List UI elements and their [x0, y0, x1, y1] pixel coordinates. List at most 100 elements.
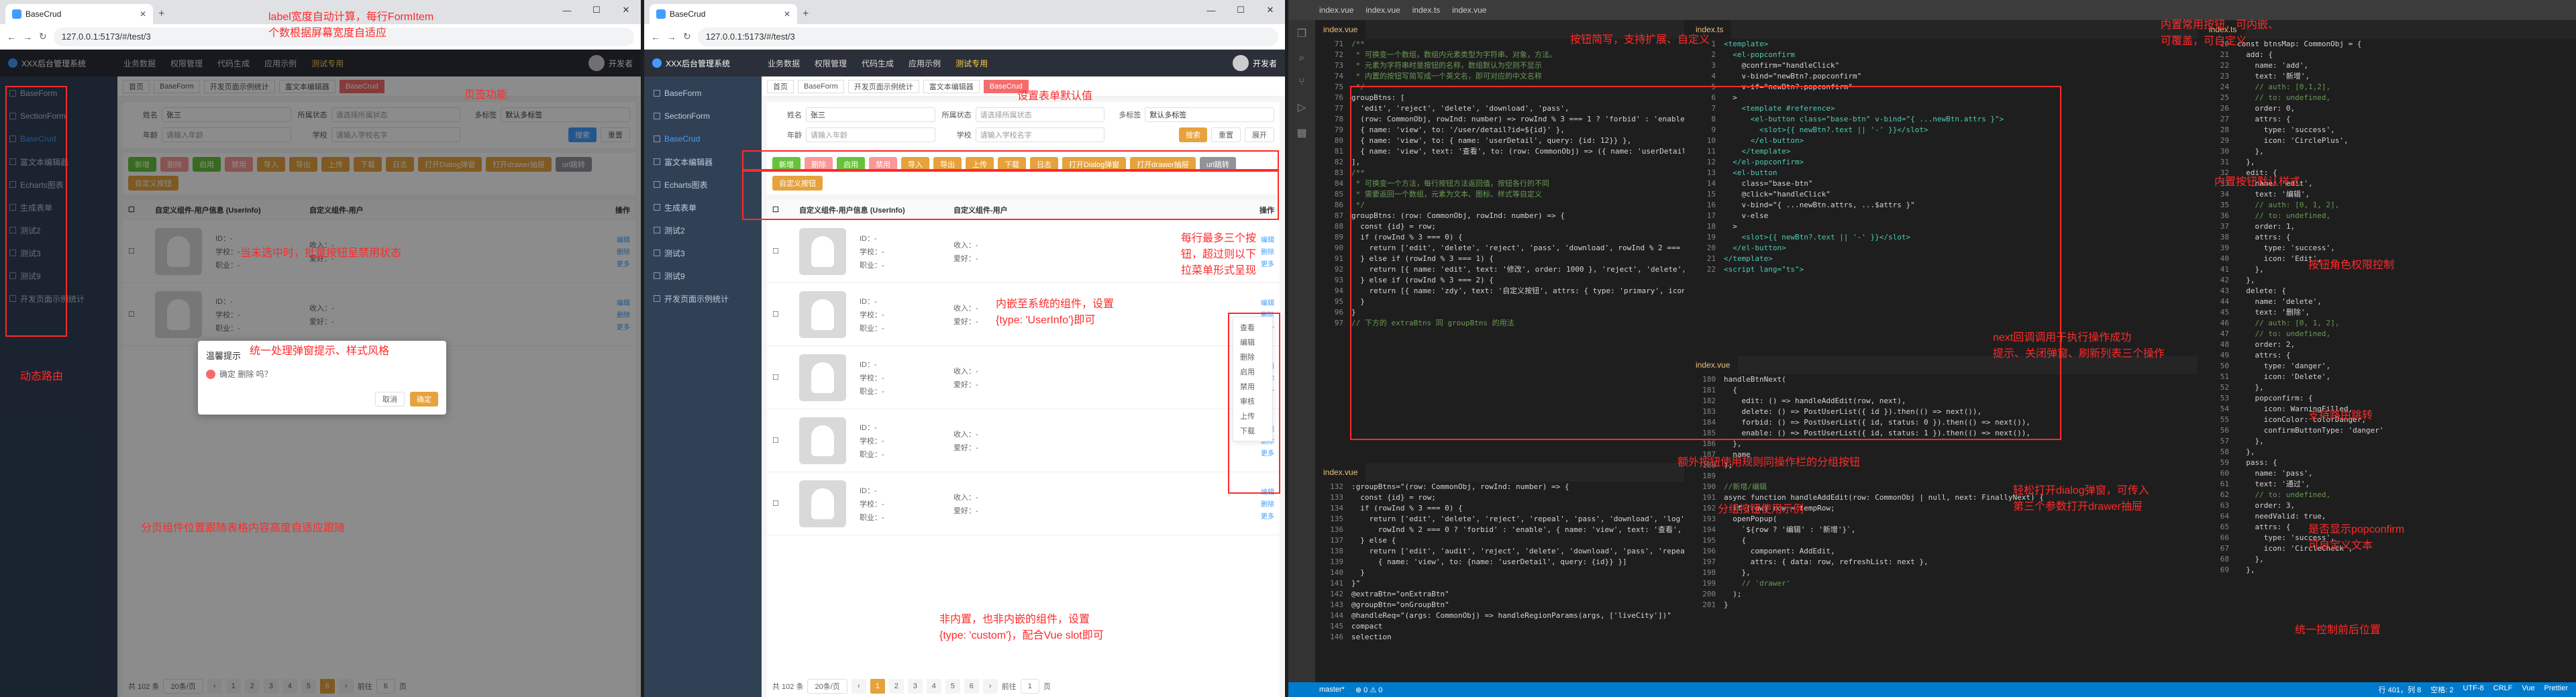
code-line[interactable]: 60 name: 'pass', [2206, 468, 2576, 479]
code-line[interactable]: 138 return ['edit', 'audit', 'reject', '… [1321, 546, 1684, 557]
close-window-icon[interactable]: ✕ [611, 0, 641, 20]
code-line[interactable]: 145 compact [1321, 621, 1684, 632]
code-line[interactable]: 198 }, [1693, 568, 2198, 578]
dialog-ok-button[interactable]: 确定 [410, 392, 438, 407]
upload-button[interactable]: 上传 [321, 157, 350, 172]
age-input[interactable]: 请输入年龄 [162, 127, 291, 142]
back-icon[interactable]: ← [651, 32, 660, 42]
code-line[interactable]: 142 @extraBtn="onExtraBtn" [1321, 589, 1684, 600]
row-more-link[interactable]: 更多 [1261, 258, 1274, 268]
log-button[interactable]: 日志 [386, 157, 414, 172]
top-menu-item[interactable]: 业务数据 [123, 58, 156, 69]
page-tag-active[interactable]: BaseCrud [339, 79, 384, 93]
code-line[interactable]: 189 [1693, 471, 2198, 482]
dialog-cancel-button[interactable]: 取消 [375, 392, 405, 407]
top-menu-item[interactable]: 权限管理 [170, 58, 203, 69]
browser-tab[interactable]: BaseCrud ✕ [650, 4, 797, 24]
row-edit-link[interactable]: 编辑 [1261, 234, 1274, 244]
code-line[interactable]: 201} [1693, 600, 2198, 610]
page-number[interactable]: 5 [945, 679, 960, 694]
code-line[interactable]: 57 }, [2206, 436, 2576, 447]
row-delete-link[interactable]: 删除 [1261, 498, 1274, 508]
code-line[interactable]: 23 text: '新增', [2206, 71, 2576, 82]
code-line[interactable]: 141}" [1321, 578, 1684, 589]
code-line[interactable]: 63 order: 3, [2206, 500, 2576, 511]
code-line[interactable]: 186 }, [1693, 439, 2198, 449]
code-line[interactable]: 29 icon: 'CirclePlus', [2206, 136, 2576, 146]
sidebar-item[interactable]: 测试3 [644, 242, 762, 264]
page-tag[interactable]: 富文本编辑器 [278, 79, 336, 93]
page-tag[interactable]: 富文本编辑器 [923, 79, 980, 93]
code-line[interactable]: 74 * 内置的按钮写简写成一个英文名，即可对应的中文名称 [1321, 71, 1684, 82]
indent-indicator[interactable]: 空格: 2 [2430, 684, 2453, 695]
page-number[interactable]: 6 [964, 679, 979, 694]
page-number[interactable]: 3 [907, 679, 923, 694]
formatter-indicator[interactable]: Prettier [2544, 684, 2568, 695]
page-number[interactable]: 3 [263, 679, 278, 694]
code-line[interactable]: 42 }, [2206, 275, 2576, 286]
row-edit-link[interactable]: 编辑 [617, 234, 630, 244]
page-number[interactable]: 1 [225, 679, 241, 694]
page-number[interactable]: 4 [282, 679, 297, 694]
page-number[interactable]: 5 [301, 679, 316, 694]
code-line[interactable]: 48 order: 2, [2206, 339, 2576, 350]
eol-indicator[interactable]: CRLF [2493, 684, 2513, 695]
row-checkbox[interactable]: ☐ [767, 310, 794, 319]
cursor-position[interactable]: 行 401，列 8 [2379, 684, 2422, 695]
pane-tab[interactable]: index.vue [1315, 463, 1366, 482]
code-line[interactable]: 68 }, [2206, 554, 2576, 565]
row-edit-link[interactable]: 编辑 [1261, 297, 1274, 307]
code-line[interactable]: 200 ); [1693, 589, 2198, 600]
code-line[interactable]: 39 type: 'success', [2206, 243, 2576, 254]
code-line[interactable]: 52 }, [2206, 382, 2576, 393]
sidebar-item[interactable]: BaseForm [644, 82, 762, 105]
code-line[interactable]: 199 // 'drawer' [1693, 578, 2198, 589]
minimize-icon[interactable]: — [1196, 0, 1226, 20]
code-line[interactable]: 59 pass: { [2206, 458, 2576, 468]
page-tag[interactable]: 首页 [123, 79, 150, 93]
minimize-icon[interactable]: — [552, 0, 582, 20]
page-tag[interactable]: BaseForm [154, 79, 200, 93]
code-line[interactable]: 24 // auth: [0,1,2], [2206, 82, 2576, 93]
reset-button[interactable]: 重置 [601, 127, 630, 142]
disable-button[interactable]: 禁用 [225, 157, 253, 172]
row-checkbox[interactable]: ☐ [123, 310, 150, 319]
school-input[interactable]: 请输入学校名字 [331, 127, 461, 142]
row-checkbox[interactable]: ☐ [767, 373, 794, 382]
code-line[interactable]: 3 @confirm="handleClick" [1693, 60, 2198, 71]
page-number-active[interactable]: 1 [870, 679, 885, 694]
type-select[interactable]: 请选择所属状态 [331, 107, 461, 122]
close-tab-icon[interactable]: ✕ [784, 9, 790, 19]
next-page-icon[interactable]: › [982, 679, 998, 694]
code-line[interactable]: 197 attrs: { data: row, refreshList: nex… [1693, 557, 2198, 568]
select-all-checkbox[interactable]: ☐ [123, 205, 150, 214]
code-line[interactable]: 49 attrs: { [2206, 350, 2576, 361]
code-line[interactable]: 134 if (rowInd % 3 === 0) { [1321, 503, 1684, 514]
next-page-icon[interactable]: › [338, 679, 354, 694]
code-line[interactable]: 47 // to: undefined, [2206, 329, 2576, 339]
code-line[interactable]: 69 }, [2206, 565, 2576, 576]
page-number-active[interactable]: 6 [319, 679, 335, 694]
code-line[interactable]: 64 needValid: true, [2206, 511, 2576, 522]
top-menu-item[interactable]: 业务数据 [768, 58, 800, 69]
row-edit-link[interactable]: 编辑 [617, 297, 630, 307]
code-line[interactable]: 132:groupBtns="(row: CommonObj, rowInd: … [1321, 482, 1684, 492]
debug-icon[interactable]: ▷ [1298, 101, 1306, 114]
sidebar-item[interactable]: 测试2 [644, 219, 762, 242]
code-line[interactable]: 50 type: 'danger', [2206, 361, 2576, 372]
code-line[interactable]: 73 * 元素为字符串时是按钮的名称，数组默认为空则不显示 [1321, 60, 1684, 71]
row-delete-link[interactable]: 删除 [617, 246, 630, 256]
top-menu-item[interactable]: 应用示例 [909, 58, 941, 69]
code-line[interactable]: 53 popconfirm: { [2206, 393, 2576, 404]
reload-icon[interactable]: ↻ [683, 31, 691, 42]
row-more-link[interactable]: 更多 [1261, 511, 1274, 521]
prev-page-icon[interactable]: ‹ [851, 679, 866, 694]
sidebar-item-active[interactable]: BaseCrud [644, 127, 762, 150]
code-line[interactable]: 35 // auth: [0, 1, 2], [2206, 200, 2576, 211]
sidebar-item[interactable]: 开发页面示例统计 [644, 287, 762, 310]
new-tab-icon[interactable]: + [803, 8, 809, 20]
enable-button[interactable]: 启用 [193, 157, 221, 172]
source-control-icon[interactable]: ⑂ [1298, 76, 1305, 89]
code-line[interactable]: 31 }, [2206, 157, 2576, 168]
maximize-icon[interactable]: ☐ [1226, 0, 1255, 20]
